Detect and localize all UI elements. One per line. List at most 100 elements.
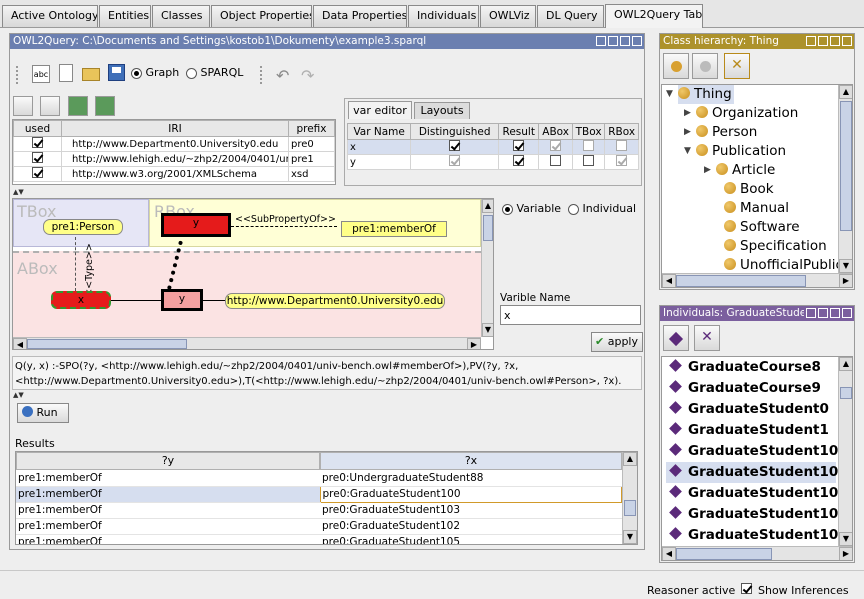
individuals-vertical-scrollbar[interactable]: ▲ ▼ — [838, 357, 852, 546]
person-node[interactable]: pre1:Person — [43, 219, 123, 235]
class-person[interactable]: Person — [696, 123, 757, 142]
class-organization[interactable]: Organization — [696, 104, 798, 123]
individuals-horizontal-scrollbar[interactable]: ◀ ▶ — [662, 546, 852, 560]
table-row[interactable]: http://www.lehigh.edu/~zhp2/2004/0401/un… — [13, 151, 335, 167]
tab-owlviz[interactable]: OWLViz — [480, 5, 536, 27]
table-row[interactable]: pre1:memberOf pre0:UndergraduateStudent88 — [16, 470, 622, 487]
list-item[interactable]: GraduateStudent101 — [666, 483, 852, 504]
abc-icon[interactable]: abc — [32, 65, 50, 83]
panel-close-icon[interactable] — [842, 36, 852, 46]
table-row[interactable]: pre1:memberOf pre0:GraduateStudent102 — [16, 518, 622, 535]
delete-individual-icon[interactable]: ✕ — [694, 325, 720, 351]
redo-icon[interactable]: ↷ — [301, 66, 314, 85]
class-manual[interactable]: Manual — [724, 199, 789, 218]
add-individual-icon[interactable] — [663, 325, 689, 351]
abox-checkbox[interactable] — [550, 155, 562, 166]
panel-maximize-icon[interactable] — [620, 36, 630, 46]
y-abox-node[interactable]: y — [161, 289, 203, 311]
distinguished-checkbox[interactable] — [449, 155, 461, 166]
tab-data-properties[interactable]: Data Properties — [313, 5, 407, 27]
save-icon[interactable] — [108, 64, 125, 81]
table-row[interactable]: pre1:memberOf pre0:GraduateStudent105 — [16, 534, 622, 544]
x-node[interactable]: x — [51, 291, 111, 309]
class-software[interactable]: Software — [724, 218, 800, 237]
splitter-arrows-2[interactable]: ▲▼ — [13, 391, 24, 399]
result-checkbox[interactable] — [513, 155, 525, 166]
distinguished-checkbox[interactable] — [449, 140, 461, 151]
table-row[interactable]: x — [346, 139, 639, 155]
list-item[interactable]: GraduateStudent0 — [666, 399, 852, 420]
table-row[interactable]: pre1:memberOf pre0:GraduateStudent103 — [16, 502, 622, 519]
rbox-checkbox[interactable] — [616, 155, 628, 166]
toggle-all-icon[interactable] — [13, 96, 33, 116]
list-item[interactable]: GraduateStudent103 — [666, 525, 852, 546]
panel-minimize-icon[interactable] — [818, 308, 828, 318]
add-subclass-icon[interactable] — [663, 53, 689, 79]
tbox-checkbox[interactable] — [583, 155, 595, 166]
graph-horizontal-scrollbar[interactable]: ◀ ▶ — [13, 337, 481, 349]
results-vertical-scrollbar[interactable]: ▲ ▼ — [622, 452, 637, 544]
variable-name-field[interactable]: x — [500, 305, 641, 325]
tab-individuals[interactable]: Individuals — [408, 5, 479, 27]
panel-menu-icon[interactable] — [806, 36, 816, 46]
panel-close-icon[interactable] — [842, 308, 852, 318]
undo-icon[interactable]: ↶ — [276, 66, 289, 85]
graph-vertical-scrollbar[interactable]: ▲ ▼ — [481, 199, 493, 337]
splitter-arrows[interactable]: ▲▼ — [13, 188, 24, 196]
panel-menu-icon[interactable] — [596, 36, 606, 46]
results-header-x[interactable]: ?x — [320, 452, 622, 470]
class-publication[interactable]: Publication — [696, 142, 786, 161]
table-row[interactable]: pre1:memberOf pre0:GraduateStudent100 — [16, 485, 622, 503]
table-row[interactable]: http://www.Department0.University0.edu pr… — [13, 136, 335, 152]
tbox-checkbox[interactable] — [583, 140, 595, 151]
query-text[interactable]: Q(y, x) :-SPO(?y, <http://www.lehigh.edu… — [12, 356, 642, 390]
list-item[interactable]: GraduateCourse9 — [666, 378, 852, 399]
new-file-icon[interactable] — [59, 64, 73, 82]
department-node[interactable]: http://www.Department0.University0.edu — [225, 293, 445, 309]
individual-radio[interactable]: Individual — [568, 202, 636, 215]
class-specification[interactable]: Specification — [724, 237, 827, 256]
used-checkbox[interactable] — [32, 137, 43, 148]
list-item[interactable]: GraduateCourse8 — [666, 357, 852, 378]
show-inferences-checkbox[interactable] — [741, 583, 752, 597]
list-item[interactable]: GraduateStudent102 — [666, 504, 852, 525]
sparql-radio[interactable]: SPARQL — [186, 66, 243, 79]
panel-minimize-icon[interactable] — [818, 36, 828, 46]
run-button[interactable]: Run — [17, 403, 69, 423]
result-checkbox[interactable] — [513, 140, 525, 151]
memberof-node[interactable]: pre1:memberOf — [341, 221, 447, 237]
table-row[interactable]: y — [346, 154, 639, 170]
rbox-checkbox[interactable] — [616, 140, 628, 151]
class-article[interactable]: Article — [716, 161, 775, 180]
apply-button[interactable]: ✔ apply — [591, 332, 643, 352]
panel-maximize-icon[interactable] — [830, 36, 840, 46]
tab-classes[interactable]: Classes — [152, 5, 210, 27]
graph-radio[interactable]: Graph — [131, 66, 179, 79]
query-graph-canvas[interactable]: TBox RBox ABox pre1:Person y <<SubProper… — [12, 198, 494, 350]
panel-minimize-icon[interactable] — [608, 36, 618, 46]
list-item[interactable]: GraduateStudent100 — [666, 462, 848, 483]
panel-menu-icon[interactable] — [806, 308, 816, 318]
used-checkbox[interactable] — [32, 167, 43, 178]
refresh-prefixes-icon[interactable] — [68, 96, 88, 116]
class-thing[interactable]: Thing — [678, 85, 734, 104]
list-item[interactable]: GraduateStudent1 — [666, 420, 852, 441]
check-used-icon[interactable] — [40, 96, 60, 116]
panel-close-icon[interactable] — [632, 36, 642, 46]
tab-dl-query[interactable]: DL Query — [537, 5, 604, 27]
panel-maximize-icon[interactable] — [830, 308, 840, 318]
class-book[interactable]: Book — [724, 180, 774, 199]
open-folder-icon[interactable] — [82, 68, 100, 81]
class-tree-vertical-scrollbar[interactable]: ▲ ▼ — [838, 85, 852, 273]
y-property-node[interactable]: y — [161, 213, 231, 237]
tab-layouts[interactable]: Layouts — [414, 102, 470, 119]
class-tree-horizontal-scrollbar[interactable]: ◀ ▶ — [662, 273, 852, 287]
tab-var-editor[interactable]: var editor — [348, 101, 412, 119]
variable-radio[interactable]: Variable — [502, 202, 561, 215]
reload-icon[interactable] — [95, 96, 115, 116]
used-checkbox[interactable] — [32, 152, 43, 163]
tab-owl2query[interactable]: OWL2Query Tab — [605, 4, 703, 28]
table-row[interactable]: http://www.w3.org/2001/XMLSchema xsd — [13, 166, 335, 182]
results-header-y[interactable]: ?y — [16, 452, 320, 470]
tab-object-properties[interactable]: Object Properties — [211, 5, 312, 27]
